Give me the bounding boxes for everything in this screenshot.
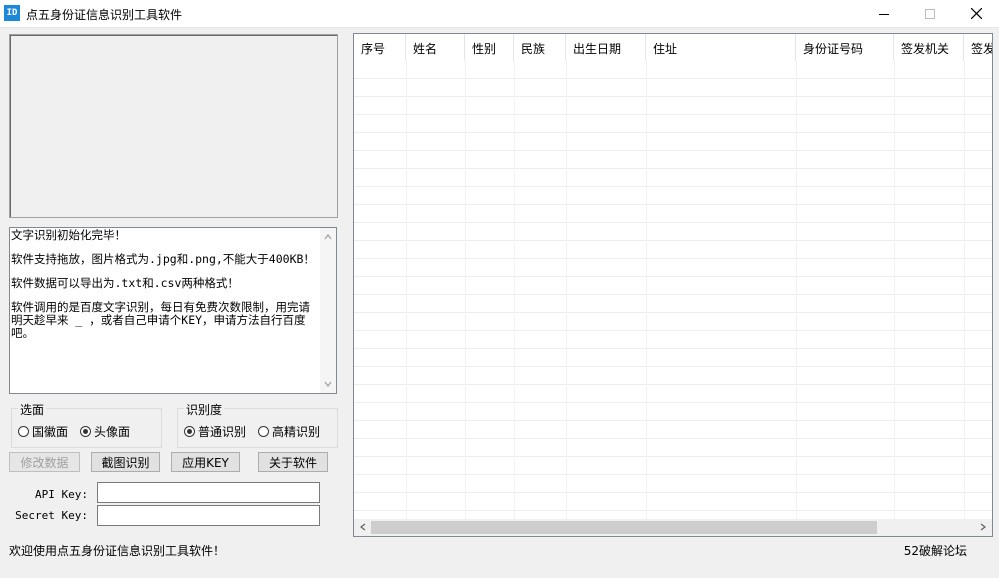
- column-header[interactable]: 民族: [514, 34, 566, 61]
- column-divider: [894, 61, 895, 521]
- radio-normal-accuracy[interactable]: 普通识别: [184, 423, 246, 440]
- log-line: 文字识别初始化完毕！: [11, 228, 126, 242]
- column-divider: [566, 61, 567, 521]
- radio-button-selected-icon: [184, 426, 195, 437]
- column-divider: [514, 61, 515, 521]
- column-divider: [465, 61, 466, 521]
- modify-data-button[interactable]: 修改数据: [9, 452, 80, 472]
- column-header[interactable]: 姓名: [406, 34, 465, 61]
- column-header[interactable]: 出生日期: [566, 34, 646, 61]
- radio-label: 普通识别: [198, 425, 247, 439]
- radio-label: 高精识别: [272, 425, 321, 439]
- log-vertical-scrollbar[interactable]: [320, 228, 336, 393]
- scrollbar-thumb[interactable]: [371, 521, 877, 534]
- log-textbox[interactable]: 文字识别初始化完毕！ 软件支持拖放，图片格式为.jpg和.png,不能大于400…: [9, 227, 337, 394]
- table-header: 序号 姓名 性别 民族 出生日期 住址 身份证号码 签发机关 签发: [354, 34, 992, 61]
- column-divider: [964, 61, 965, 521]
- radio-emblem-side[interactable]: 国徽面: [18, 423, 68, 440]
- log-content: 文字识别初始化完毕！ 软件支持拖放，图片格式为.jpg和.png,不能大于400…: [11, 229, 317, 340]
- accuracy-select-group: 识别度 普通识别 高精识别: [177, 401, 338, 448]
- status-message: 欢迎使用点五身份证信息识别工具软件！: [9, 544, 226, 558]
- api-key-input[interactable]: [97, 482, 320, 503]
- column-header[interactable]: 住址: [646, 34, 796, 61]
- about-button[interactable]: 关于软件: [258, 452, 328, 472]
- radio-portrait-side[interactable]: 头像面: [80, 423, 130, 440]
- log-line: 软件支持拖放，图片格式为.jpg和.png,不能大于400KB！: [11, 252, 315, 266]
- radio-button-icon: [258, 426, 270, 437]
- side-select-group: 选面 国徽面 头像面: [11, 401, 162, 448]
- column-header[interactable]: 签发机关: [894, 34, 964, 61]
- table-body[interactable]: [354, 61, 992, 521]
- radio-button-icon: [18, 426, 29, 437]
- radio-label: 国徽面: [32, 425, 69, 439]
- close-button[interactable]: [953, 0, 999, 27]
- scroll-up-icon[interactable]: [324, 233, 332, 241]
- secret-key-input[interactable]: [97, 505, 320, 526]
- minimize-button[interactable]: [861, 0, 907, 27]
- title-bar: ID 点五身份证信息识别工具软件: [0, 0, 999, 28]
- column-header[interactable]: 序号: [354, 34, 406, 61]
- side-group-label: 选面: [18, 401, 47, 418]
- close-icon: [970, 8, 982, 19]
- scroll-down-icon[interactable]: [324, 380, 332, 388]
- radio-high-accuracy[interactable]: 高精识别: [258, 423, 320, 440]
- image-preview-panel[interactable]: [9, 34, 338, 218]
- accuracy-group-label: 识别度: [184, 401, 225, 418]
- column-divider: [796, 61, 797, 521]
- column-header[interactable]: 签发: [964, 34, 992, 61]
- minimize-icon: [879, 13, 889, 15]
- status-link[interactable]: 52破解论坛: [904, 542, 967, 559]
- maximize-icon: [925, 8, 935, 19]
- apply-key-button[interactable]: 应用KEY: [171, 452, 240, 472]
- radio-button-selected-icon: [80, 426, 92, 437]
- column-header[interactable]: 身份证号码: [796, 34, 894, 61]
- radio-label: 头像面: [94, 425, 131, 439]
- table-horizontal-scrollbar[interactable]: [354, 519, 992, 536]
- window-title: 点五身份证信息识别工具软件: [26, 8, 183, 22]
- maximize-button[interactable]: [907, 0, 953, 27]
- app-icon: ID: [4, 5, 20, 21]
- column-header[interactable]: 性别: [465, 34, 514, 61]
- scroll-right-icon[interactable]: [979, 523, 987, 531]
- api-key-label: API Key:: [35, 488, 88, 501]
- scroll-left-icon[interactable]: [359, 523, 367, 531]
- result-table[interactable]: 序号 姓名 性别 民族 出生日期 住址 身份证号码 签发机关 签发: [353, 33, 993, 537]
- screenshot-recognize-button[interactable]: 截图识别: [91, 452, 160, 472]
- log-line: 软件调用的是百度文字识别，每日有免费次数限制，用完请明天趁早来 _ ，或者自己申…: [11, 300, 310, 340]
- column-divider: [646, 61, 647, 521]
- log-line: 软件数据可以导出为.txt和.csv两种格式！: [11, 276, 239, 290]
- secret-key-label: Secret Key:: [15, 509, 88, 522]
- column-divider: [406, 61, 407, 521]
